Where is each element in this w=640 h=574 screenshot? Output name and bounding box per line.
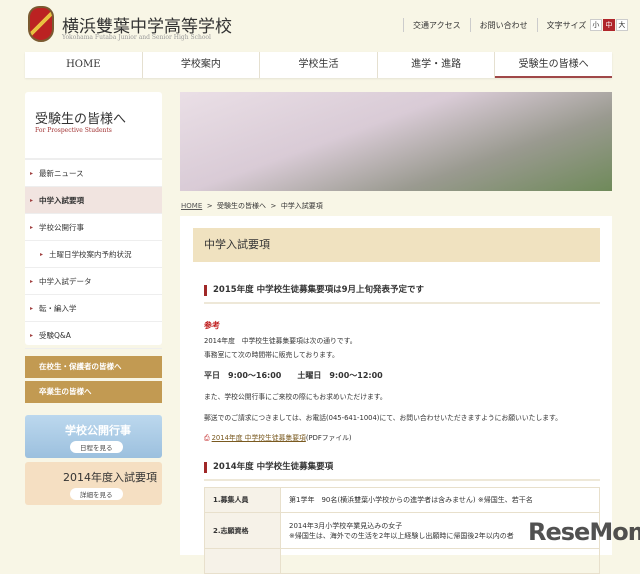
sidebar-item-news[interactable]: 最新ニュース [25,160,162,187]
admission-banner-button[interactable]: 詳細を見る [70,488,123,500]
font-size-small[interactable]: 小 [589,19,602,31]
sidebar: 受験生の皆様へ For Prospective Students 最新ニュース … [25,92,162,349]
admission-banner[interactable]: 2014年度入試要項 詳細を見る [25,462,162,505]
sidebar-title: 受験生の皆様へ [35,112,127,127]
breadcrumb-current: 中学入試要項 [280,202,323,210]
page-title: 中学入試要項 [193,228,600,262]
pdf-link[interactable]: 2014年度 中学校生徒募集要項 [212,434,306,442]
sidebar-item-events[interactable]: 学校公開行事 [25,214,162,241]
table-row: 1.募集人員 第1学年 90名(横浜雙葉小学校からの進学者は含みません) ※帰国生… [204,487,600,513]
sidebar-subtitle: For Prospective Students [35,127,112,134]
breadcrumb-prospective[interactable]: 受験生の皆様へ [217,202,266,210]
sidebar-item-transfer[interactable]: 転・編入学 [25,295,162,322]
nav-school-life[interactable]: 学校生活 [260,52,378,78]
nav-about[interactable]: 学校案内 [143,52,261,78]
sidebar-item-saturday[interactable]: 土曜日学校案内予約状況 [25,241,162,268]
students-parents-link[interactable]: 在校生・保護者の皆様へ [25,356,162,378]
breadcrumb: HOME > 受験生の皆様へ > 中学入試要項 [181,202,323,210]
sales-hours: 平日 9:00～16:00 土曜日 9:00～12:00 [204,371,383,380]
text-p3: また、学校公開行事にご来校の際にもお求めいただけます。 [204,393,387,401]
site-subtitle: Yokohama Futaba Junior and Senior High S… [62,34,211,41]
utility-links: 交通アクセス お問い合わせ 文字サイズ 小中大 [394,18,628,32]
sidebar-item-data[interactable]: 中学入試データ [25,268,162,295]
alumni-link[interactable]: 卒業生の皆様へ [25,381,162,403]
contact-link[interactable]: お問い合わせ [480,20,528,31]
hero-image-cherry-blossoms [180,92,612,191]
school-crest-logo[interactable] [28,6,54,42]
resemom-watermark: ReseMom [528,518,640,546]
font-size-label: 文字サイズ [546,20,587,30]
nav-career[interactable]: 進学・進路 [378,52,496,78]
table-row [204,548,600,574]
main-content: 中学入試要項 2015年度 中学校生徒募集要項は9月上旬発表予定です 参考 20… [180,216,612,574]
font-size-large[interactable]: 大 [615,19,628,31]
events-banner-button[interactable]: 日程を見る [70,441,123,453]
sidebar-item-qa[interactable]: 受験Q&A [25,322,162,349]
events-banner[interactable]: 学校公開行事 日程を見る [25,415,162,458]
pdf-row: ⎙ 2014年度 中学校生徒募集要項(PDFファイル) [204,434,352,442]
nav-prospective[interactable]: 受験生の皆様へ [495,52,612,78]
reference-label: 参考 [204,321,220,330]
section-heading-2015: 2015年度 中学校生徒募集要項は9月上旬発表予定です [204,285,600,304]
text-p1: 2014年度 中学校生徒募集要項は次の通りです。 [204,337,357,345]
section-heading-2014: 2014年度 中学校生徒募集要項 [204,462,600,481]
nav-home[interactable]: HOME [25,52,143,78]
pdf-icon: ⎙ [204,434,210,442]
text-p4: 郵送でのご請求につきましては、お電話(045-641-1004)にて、お問い合わ… [204,414,562,422]
main-nav: HOME 学校案内 学校生活 進学・進路 受験生の皆様へ [25,52,612,78]
text-p2: 事務室にて次の時間帯に販売しております。 [204,351,339,359]
sidebar-item-admission[interactable]: 中学入試要項 [25,187,162,214]
access-link[interactable]: 交通アクセス [413,20,461,31]
font-size-medium[interactable]: 中 [602,19,615,31]
breadcrumb-home[interactable]: HOME [181,202,202,210]
